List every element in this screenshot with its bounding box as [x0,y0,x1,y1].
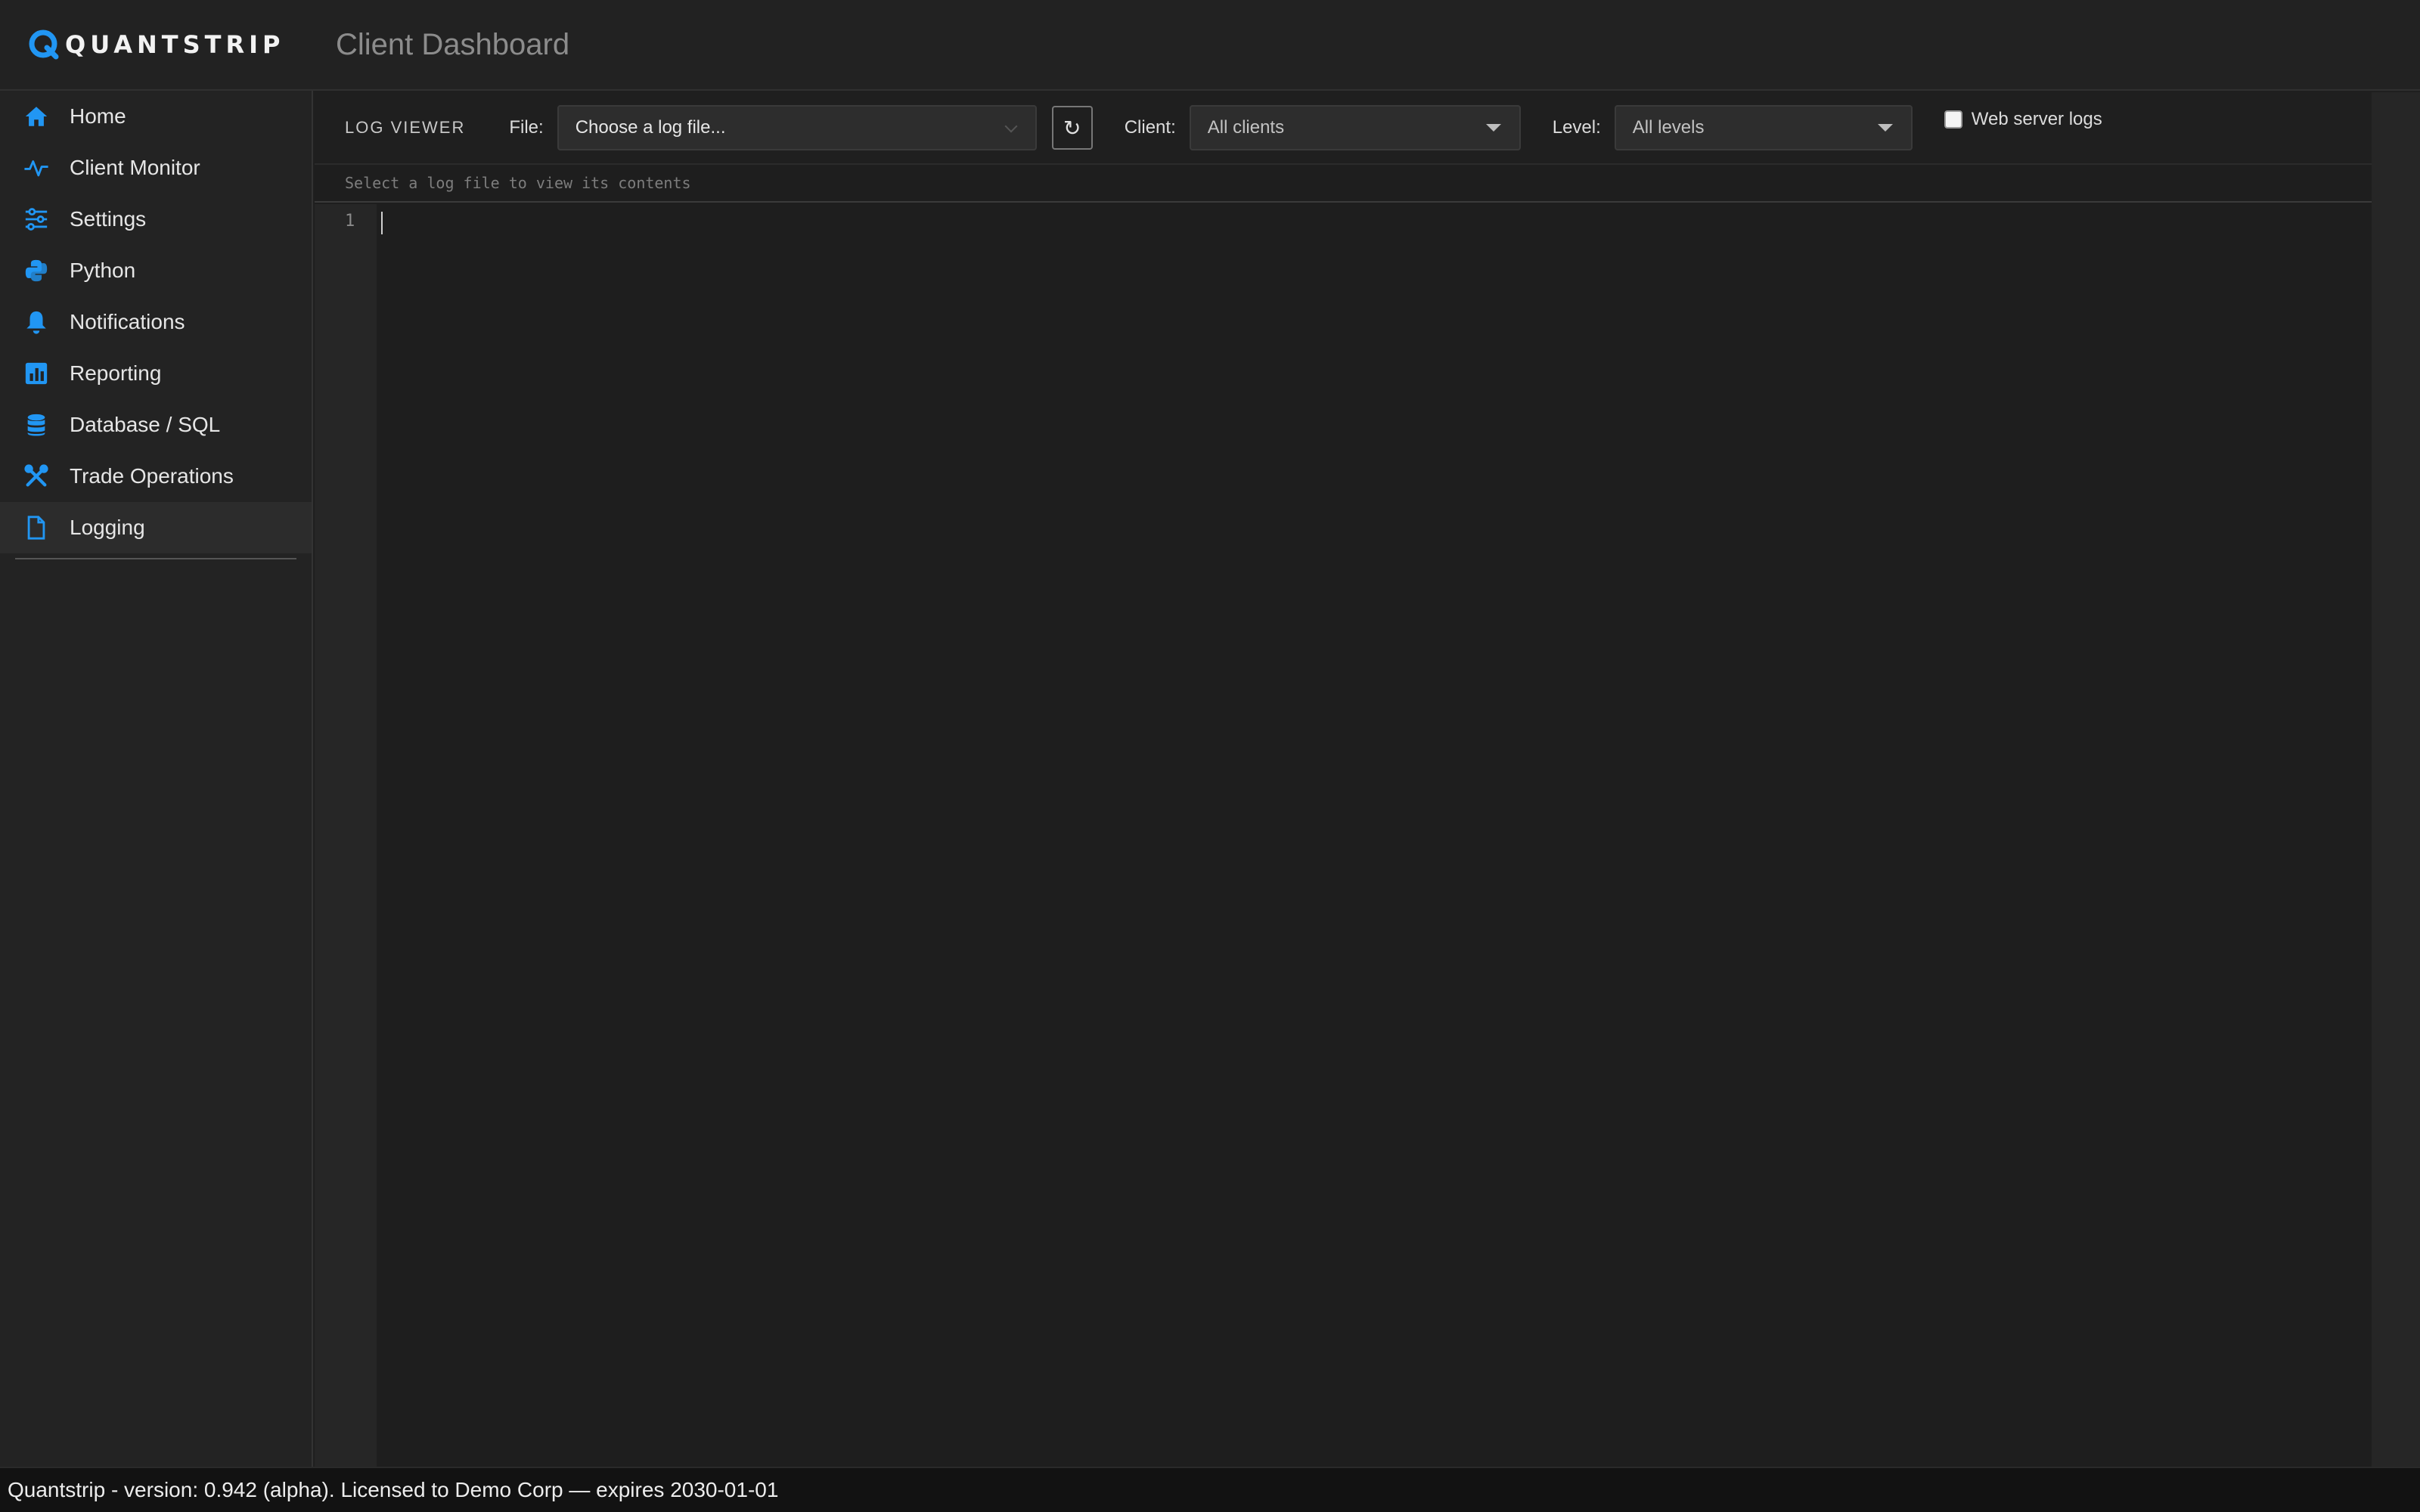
file-select[interactable]: Choose a log file... [557,105,1037,150]
line-number-gutter: 1 [315,204,377,1467]
level-select-value: All levels [1632,117,1705,138]
log-viewer-title: LOG VIEWER [345,118,466,137]
sidebar-divider [15,558,296,559]
web-server-logs-label: Web server logs [1971,109,2102,129]
right-panel-strip [2372,92,2420,1467]
python-icon [23,257,50,284]
sidebar-item-logging[interactable]: Logging [0,502,312,553]
sidebar-item-notifications[interactable]: Notifications [0,296,312,348]
quantstrip-logo-icon [29,29,59,60]
brand-logo[interactable]: QUANTSTRIP [27,28,336,61]
sidebar-item-label: Settings [70,207,147,231]
sidebar-item-home[interactable]: Home [0,91,312,142]
sidebar-item-label: Home [70,104,126,128]
sidebar-item-label: Logging [70,516,145,539]
client-label: Client: [1124,117,1176,138]
page-title: Client Dashboard [336,27,570,61]
level-label: Level: [1552,117,1601,138]
log-status-text: Select a log file to view its contents [315,165,2372,203]
sidebar-item-label: Python [70,259,136,282]
app-header: QUANTSTRIP Client Dashboard [0,0,2420,91]
log-viewer-panel: LOG VIEWER File: Choose a log file... ↻ … [315,92,2372,1467]
file-label: File: [509,117,544,138]
version-info: Quantstrip - version: 0.942 (alpha). Lic… [8,1478,779,1501]
sidebar-item-trade-operations[interactable]: Trade Operations [0,451,312,502]
caret-down-icon [1877,124,1893,132]
line-number: 1 [345,212,355,231]
sidebar-item-label: Database / SQL [70,413,221,436]
log-editor[interactable]: 1 [315,204,2372,1467]
sidebar-item-label: Client Monitor [70,156,200,179]
chevron-down-icon [1004,119,1018,133]
sidebar-item-settings[interactable]: Settings [0,194,312,245]
level-select[interactable]: All levels [1614,105,1913,150]
file-select-value: Choose a log file... [575,117,726,138]
pulse-icon [23,154,50,181]
chart-icon [23,360,50,387]
status-bar: Quantstrip - version: 0.942 (alpha). Lic… [0,1467,2420,1512]
sidebar-item-label: Reporting [70,361,162,385]
caret-down-icon [1485,124,1501,132]
web-server-logs-checkbox[interactable] [1944,110,1962,129]
client-select-value: All clients [1207,117,1285,138]
database-icon [23,411,50,438]
bell-icon [23,308,50,336]
sidebar-item-label: Trade Operations [70,464,234,488]
web-server-logs-toggle[interactable]: Web server logs [1944,109,2102,130]
tools-icon [23,463,50,490]
sliders-icon [23,206,50,233]
brand-name: QUANTSTRIP [65,30,285,59]
client-select[interactable]: All clients [1189,105,1521,150]
log-viewer-toolbar: LOG VIEWER File: Choose a log file... ↻ … [315,92,2372,165]
refresh-button[interactable]: ↻ [1051,106,1093,150]
sidebar-item-reporting[interactable]: Reporting [0,348,312,399]
sidebar-item-client-monitor[interactable]: Client Monitor [0,142,312,194]
sidebar-item-database-sql[interactable]: Database / SQL [0,399,312,451]
file-icon [23,514,50,541]
sidebar: Home Client Monitor Settings Python Noti… [0,91,313,1467]
refresh-icon: ↻ [1063,116,1081,140]
sidebar-item-label: Notifications [70,310,185,333]
home-icon [23,103,50,130]
text-cursor [381,212,383,234]
sidebar-item-python[interactable]: Python [0,245,312,296]
